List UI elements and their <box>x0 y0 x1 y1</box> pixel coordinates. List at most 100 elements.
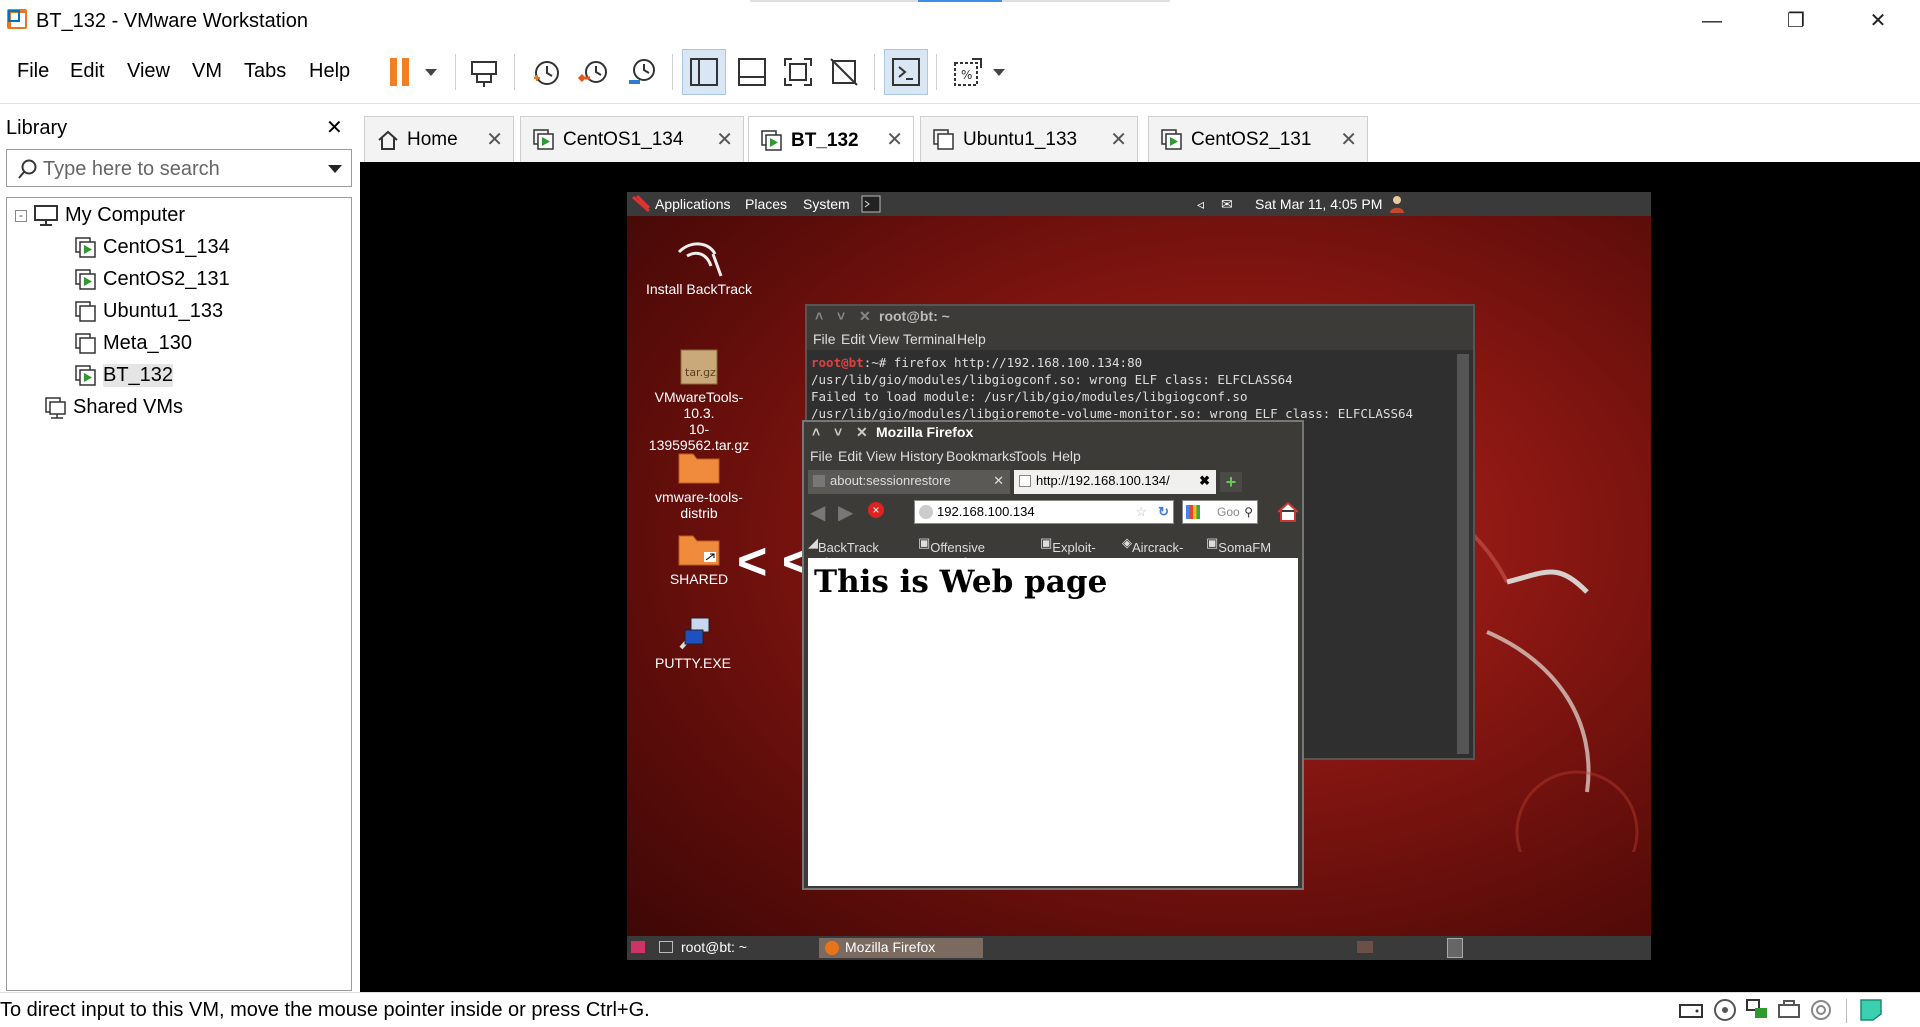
maximize-icon[interactable]: ˅ <box>834 424 842 440</box>
maximize-icon[interactable]: ˅ <box>837 308 845 324</box>
panel-places[interactable]: Places <box>745 196 787 212</box>
tab-close-button[interactable]: ✕ <box>1110 127 1127 152</box>
menu-vm[interactable]: VM <box>192 60 222 83</box>
home-icon[interactable] <box>1276 500 1300 524</box>
show-desktop-icon[interactable] <box>631 941 645 953</box>
tree-vm-ubuntu1[interactable]: Ubuntu1_133 <box>75 300 223 323</box>
desktop-icon-vmwaretools-tar[interactable]: tar.gz VMwareTools-10.3. 10-13959562.tar… <box>643 346 755 453</box>
terminal-launcher-icon[interactable] <box>861 195 881 213</box>
firefox-window[interactable]: ˄ ˅ ✕ Mozilla Firefox File Edit View His… <box>802 420 1304 890</box>
web-page-content[interactable]: This is Web page <box>808 558 1298 886</box>
bookmark-aircrack[interactable]: ◈Aircrack-ng <box>1122 535 1183 570</box>
tab-close-button[interactable]: ✕ <box>486 127 503 152</box>
tab-ubuntu1[interactable]: Ubuntu1_133 ✕ <box>920 116 1138 162</box>
message-log-icon[interactable] <box>1858 997 1884 1023</box>
taskbar-terminal[interactable]: root@bt: ~ <box>657 938 817 958</box>
reload-icon[interactable]: ↻ <box>1158 501 1169 523</box>
vm-display[interactable]: Applications Places System ◃ ✉ Sat Mar 1… <box>360 162 1920 992</box>
power-dropdown-button[interactable] <box>416 49 446 95</box>
menu-edit[interactable]: Edit <box>70 60 104 83</box>
tree-vm-meta[interactable]: Meta_130 <box>75 332 192 355</box>
send-ctrl-alt-del-button[interactable] <box>462 49 506 95</box>
ff-menu-tools[interactable]: Tools <box>1014 448 1047 464</box>
ff-menu-file[interactable]: File <box>810 448 833 464</box>
ff-menu-edit[interactable]: Edit <box>838 448 862 464</box>
snapshot-manager-button[interactable] <box>620 49 664 95</box>
tab-close-button[interactable]: ✕ <box>716 127 733 152</box>
close-button[interactable]: ✕ <box>1858 6 1898 36</box>
trash-icon[interactable] <box>1447 938 1463 958</box>
menu-file[interactable]: File <box>17 60 49 83</box>
stretch-dropdown-button[interactable] <box>986 49 1012 95</box>
search-icon[interactable]: ⚲ <box>1244 501 1253 523</box>
desktop-icon-putty[interactable]: PUTTY.EXE <box>643 608 743 671</box>
new-tab-button[interactable]: + <box>1220 472 1242 492</box>
tree-vm-bt[interactable]: BT_132 <box>75 364 174 387</box>
panel-clock[interactable]: Sat Mar 11, 4:05 PM <box>1255 196 1382 212</box>
guest-desktop[interactable]: Applications Places System ◃ ✉ Sat Mar 1… <box>627 192 1651 960</box>
tab-close-icon[interactable]: ✖ <box>1199 470 1210 492</box>
panel-applications[interactable]: Applications <box>655 196 731 212</box>
terminal-menu-help[interactable]: Help <box>957 331 986 347</box>
close-icon[interactable]: ✕ <box>859 308 871 325</box>
tab-bt[interactable]: BT_132 ✕ <box>748 116 914 164</box>
minimize-icon[interactable]: ˄ <box>812 424 820 440</box>
url-bar[interactable]: 192.168.100.134 ☆ ↻ <box>914 500 1174 524</box>
ff-search-box[interactable]: Goo ⚲ <box>1182 500 1258 524</box>
mail-icon[interactable]: ✉ <box>1221 196 1233 213</box>
bookmark-backtrack[interactable]: ◢BackTrack Linux <box>808 535 879 570</box>
tab-close-icon[interactable]: ✕ <box>993 470 1004 492</box>
console-view-button[interactable] <box>884 49 928 95</box>
ff-menu-help[interactable]: Help <box>1052 448 1081 464</box>
terminal-menu-file[interactable]: File <box>813 331 836 347</box>
tab-close-button[interactable]: ✕ <box>886 127 903 152</box>
workspace-1[interactable] <box>1357 941 1373 953</box>
unity-button[interactable] <box>822 49 866 95</box>
terminal-scrollbar[interactable] <box>1457 354 1469 754</box>
taskbar-firefox[interactable]: Mozilla Firefox <box>819 938 983 958</box>
menu-tabs[interactable]: Tabs <box>244 60 286 83</box>
backtrack-menu-icon[interactable] <box>631 194 651 214</box>
terminal-menu-terminal[interactable]: Terminal <box>903 331 956 347</box>
tab-centos1[interactable]: CentOS1_134 ✕ <box>520 116 744 162</box>
stretch-button[interactable]: % <box>946 49 990 95</box>
bookmark-exploit-db[interactable]: ▣Exploit-DB <box>1040 535 1096 570</box>
sound-card-icon[interactable] <box>1808 997 1834 1023</box>
terminal-menu-edit[interactable]: Edit <box>841 331 865 347</box>
minimize-button[interactable]: — <box>1692 6 1732 36</box>
user-icon[interactable] <box>1387 194 1407 214</box>
menu-help[interactable]: Help <box>309 60 350 83</box>
bookmark-offensive-security[interactable]: ▣Offensive Security <box>918 535 985 570</box>
bookmark-star-icon[interactable]: ☆ <box>1135 501 1147 523</box>
tree-shared-vms[interactable]: Shared VMs <box>45 396 183 419</box>
snapshot-button[interactable] <box>524 49 568 95</box>
tab-home[interactable]: Home ✕ <box>364 116 514 162</box>
tab-close-button[interactable]: ✕ <box>1340 127 1357 152</box>
back-icon[interactable]: ◀ <box>810 500 825 525</box>
network-adapter-icon[interactable] <box>1744 997 1770 1023</box>
bookmark-somafm[interactable]: ▣ SomaFM <box>1206 535 1271 555</box>
google-icon[interactable] <box>1186 505 1200 519</box>
tab-centos2[interactable]: CentOS2_131 ✕ <box>1148 116 1368 162</box>
minimize-icon[interactable]: ˄ <box>815 308 823 324</box>
menu-view[interactable]: View <box>127 60 170 83</box>
library-close-button[interactable]: ✕ <box>326 115 343 140</box>
search-input[interactable] <box>43 156 323 182</box>
desktop-icon-vmware-tools-distrib[interactable]: vmware-tools- distrib <box>643 446 755 521</box>
revert-snapshot-button[interactable] <box>572 49 616 95</box>
restore-button[interactable]: ❐ <box>1776 6 1816 36</box>
fullscreen-button[interactable] <box>776 49 820 95</box>
panel-system[interactable]: System <box>803 196 850 212</box>
terminal-output[interactable]: root@bt:~# firefox http://192.168.100.13… <box>811 354 1451 422</box>
volume-icon[interactable]: ◃ <box>1197 196 1204 213</box>
tree-vm-centos2[interactable]: CentOS2_131 <box>75 268 230 291</box>
close-icon[interactable]: ✕ <box>856 424 868 441</box>
desktop-icon-install-backtrack[interactable]: Install BackTrack <box>643 236 755 297</box>
ff-menu-bookmarks[interactable]: Bookmarks <box>946 448 1016 464</box>
tree-node-my-computer[interactable]: - My Computer <box>15 204 185 227</box>
thumbnail-view-button[interactable] <box>730 49 774 95</box>
usb-device-icon[interactable] <box>1776 997 1802 1023</box>
ff-tab-sessionrestore[interactable]: about:sessionrestore ✕ <box>808 470 1010 494</box>
cd-dvd-icon[interactable] <box>1712 997 1738 1023</box>
library-view-button[interactable] <box>682 49 726 95</box>
